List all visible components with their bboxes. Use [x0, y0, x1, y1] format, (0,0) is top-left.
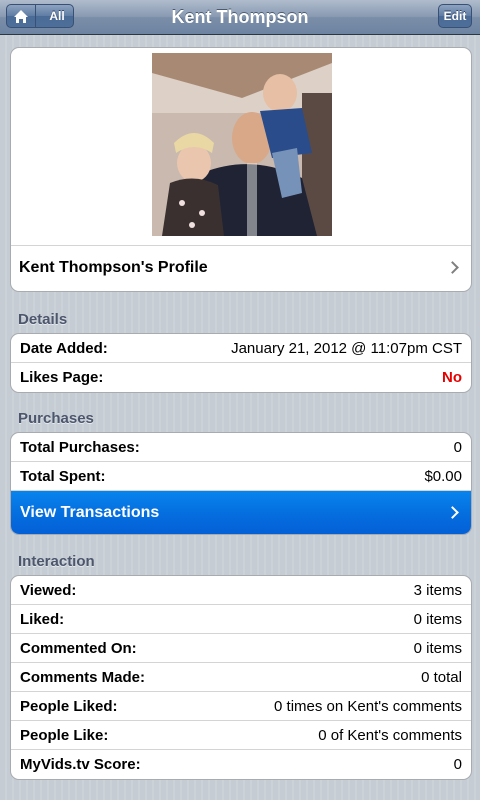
home-button[interactable] — [7, 5, 36, 27]
profile-card: Kent Thompson's Profile — [10, 47, 472, 292]
row-label: Commented On: — [20, 640, 137, 657]
row-label: Total Spent: — [20, 468, 106, 485]
navigation-bar: Kent Thompson All Edit — [0, 0, 480, 35]
row-value: January 21, 2012 @ 11:07pm CST — [231, 340, 462, 357]
interaction-row-comments-made: Comments Made: 0 total — [11, 663, 471, 692]
row-value: 0 items — [413, 611, 462, 628]
photo-illustration — [152, 53, 332, 236]
row-label: Liked: — [20, 611, 65, 628]
chevron-right-icon — [446, 261, 459, 274]
row-label: Total Purchases: — [20, 439, 140, 456]
row-label: Comments Made: — [20, 669, 146, 686]
home-icon — [14, 9, 28, 23]
row-value: $0.00 — [424, 468, 462, 485]
interaction-header: Interaction — [18, 553, 95, 570]
purchase-row-total-purchases: Total Purchases: 0 — [11, 433, 471, 462]
purchases-group: Total Purchases: 0 Total Spent: $0.00 Vi… — [10, 432, 472, 535]
interaction-row-viewed: Viewed: 3 items — [11, 576, 471, 605]
row-value: 0 times on Kent's comments — [274, 698, 462, 715]
row-value: 0 of Kent's comments — [318, 727, 462, 744]
row-value: 0 — [453, 439, 462, 456]
detail-row-date-added: Date Added: January 21, 2012 @ 11:07pm C… — [11, 334, 471, 363]
interaction-row-commented-on: Commented On: 0 items — [11, 634, 471, 663]
interaction-row-score: MyVids.tv Score: 0 — [11, 750, 471, 779]
row-label: Likes Page: — [20, 369, 104, 386]
row-value: 0 items — [413, 640, 462, 657]
back-button-group[interactable]: All — [6, 4, 74, 28]
back-all-button[interactable]: All — [36, 5, 74, 27]
row-label: People Liked: — [20, 698, 118, 715]
photo-area — [11, 48, 471, 246]
profile-link-row[interactable]: Kent Thompson's Profile — [11, 246, 471, 289]
purchase-row-total-spent: Total Spent: $0.00 — [11, 462, 471, 491]
interaction-row-people-liked: People Liked: 0 times on Kent's comments — [11, 692, 471, 721]
purchases-header: Purchases — [18, 410, 94, 427]
details-header: Details — [18, 311, 68, 328]
detail-row-likes-page: Likes Page: No — [11, 363, 471, 392]
row-label: MyVids.tv Score: — [20, 756, 141, 773]
interaction-row-people-like: People Like: 0 of Kent's comments — [11, 721, 471, 750]
row-label: People Like: — [20, 727, 109, 744]
interaction-group: Viewed: 3 items Liked: 0 items Commented… — [10, 575, 472, 780]
row-label: Viewed: — [20, 582, 77, 599]
row-value: 0 total — [421, 669, 462, 686]
edit-button[interactable]: Edit — [438, 4, 472, 28]
row-value: 0 — [453, 756, 462, 773]
profile-photo — [152, 53, 332, 236]
chevron-right-icon — [446, 506, 459, 519]
row-value: 3 items — [413, 582, 462, 599]
view-transactions-button[interactable]: View Transactions — [11, 491, 471, 534]
profile-link-label: Kent Thompson's Profile — [19, 259, 208, 276]
row-label: Date Added: — [20, 340, 108, 357]
view-transactions-label: View Transactions — [20, 504, 160, 521]
details-group: Date Added: January 21, 2012 @ 11:07pm C… — [10, 333, 472, 393]
row-value: No — [442, 369, 462, 386]
interaction-row-liked: Liked: 0 items — [11, 605, 471, 634]
